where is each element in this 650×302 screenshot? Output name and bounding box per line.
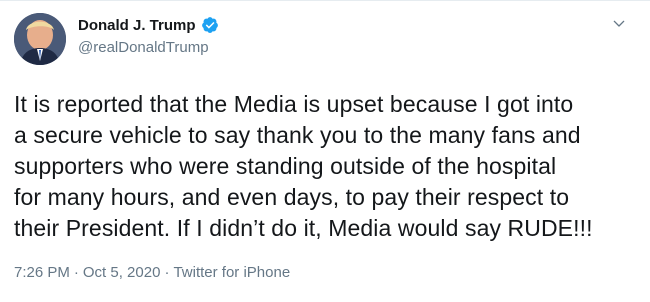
tweet-date[interactable]: Oct 5, 2020 bbox=[83, 264, 161, 281]
avatar-image bbox=[14, 13, 66, 65]
meta-separator: · bbox=[73, 264, 79, 281]
author-display-name[interactable]: Donald J. Trump bbox=[78, 17, 196, 34]
avatar[interactable] bbox=[14, 13, 66, 65]
more-options-button[interactable] bbox=[608, 13, 630, 35]
verified-badge-icon bbox=[201, 16, 219, 34]
author-handle[interactable]: @realDonaldTrump bbox=[78, 39, 209, 56]
tweet-text: It is reported that the Media is upset b… bbox=[14, 91, 593, 241]
tweet-card: Donald J. Trump @realDonaldTrump It is r… bbox=[0, 0, 650, 302]
tweet-metadata: 7:26 PM · Oct 5, 2020 · Twitter for iPho… bbox=[14, 264, 290, 281]
chevron-down-icon bbox=[613, 20, 625, 27]
tweet-time[interactable]: 7:26 PM bbox=[14, 264, 70, 281]
tweet-source[interactable]: Twitter for iPhone bbox=[173, 264, 290, 281]
meta-separator: · bbox=[164, 264, 170, 281]
author-name-row: Donald J. Trump bbox=[78, 15, 219, 35]
